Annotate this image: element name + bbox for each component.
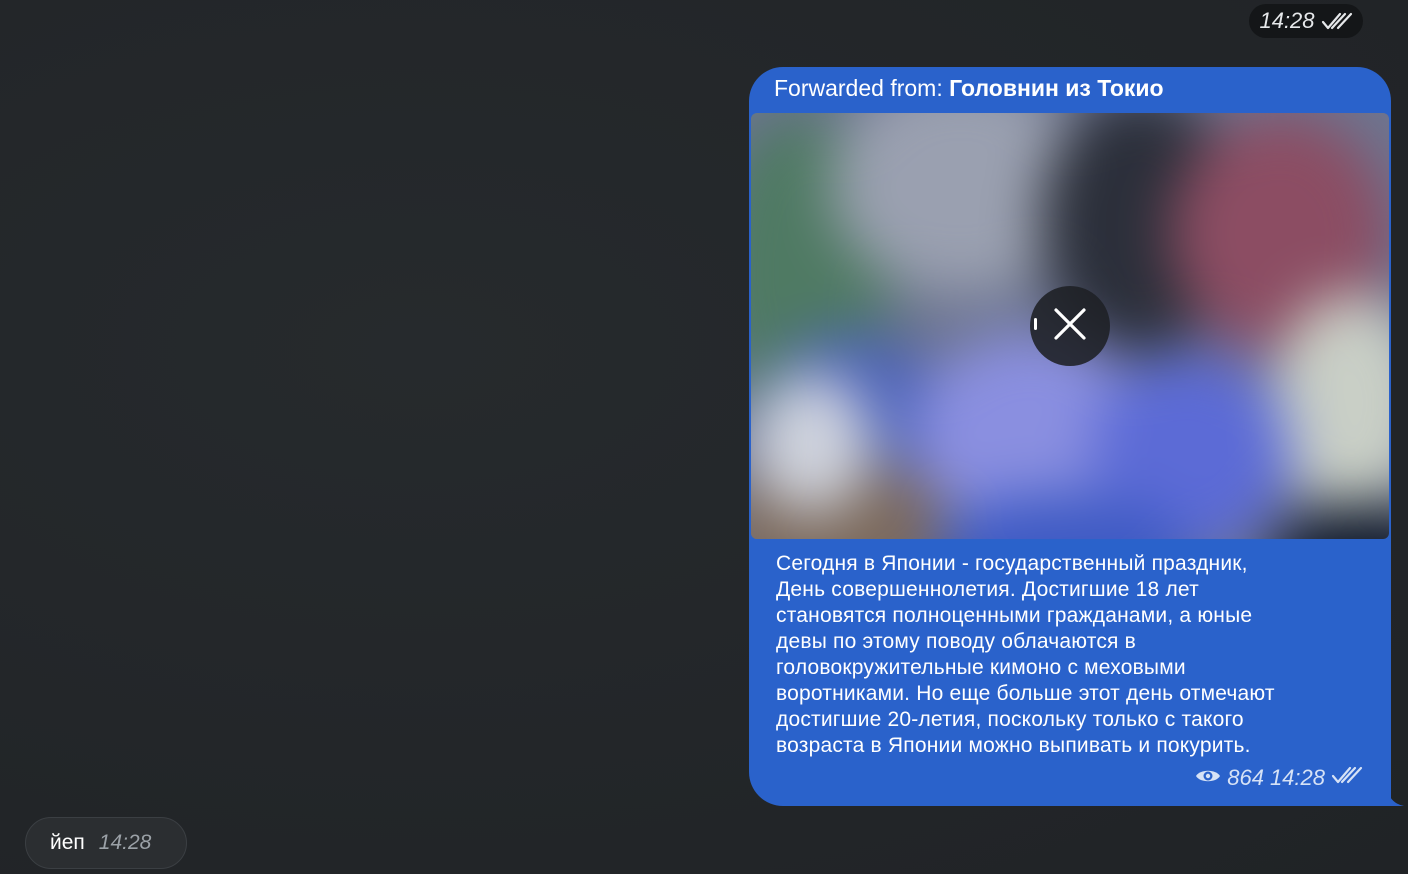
forwarded-source-name[interactable]: Головнин из Токио (949, 75, 1164, 101)
message-meta: 864 14:28 (1195, 765, 1363, 791)
double-check-icon (1321, 11, 1353, 31)
message-time: 14:28 (1269, 765, 1325, 790)
chat-area: 14:28 Forwarded from: Головнин из Токио (0, 0, 1408, 874)
views-count: 864 (1227, 765, 1264, 790)
double-check-icon (1331, 765, 1363, 791)
forwarded-header[interactable]: Forwarded from: Головнин из Токио (774, 75, 1164, 102)
top-time: 14:28 (1259, 8, 1315, 33)
close-icon (1052, 306, 1088, 347)
forwarded-message-bubble[interactable]: Forwarded from: Головнин из Токио Сегодн… (749, 67, 1391, 806)
download-progress-indicator (1034, 318, 1037, 330)
eye-icon (1195, 765, 1221, 791)
message-text: Сегодня в Японии - государственный празд… (776, 552, 1275, 757)
incoming-message-time: 14:28 (98, 831, 152, 854)
incoming-message-bubble[interactable]: йеп 14:28 (25, 817, 187, 869)
bubble-tail (1376, 784, 1404, 806)
date-time-pill: 14:28 (1249, 4, 1363, 38)
incoming-message-text: йеп (50, 831, 85, 854)
cancel-download-button[interactable] (1030, 286, 1110, 366)
forwarded-prefix: Forwarded from: (774, 75, 950, 101)
media-preview[interactable] (751, 113, 1389, 539)
